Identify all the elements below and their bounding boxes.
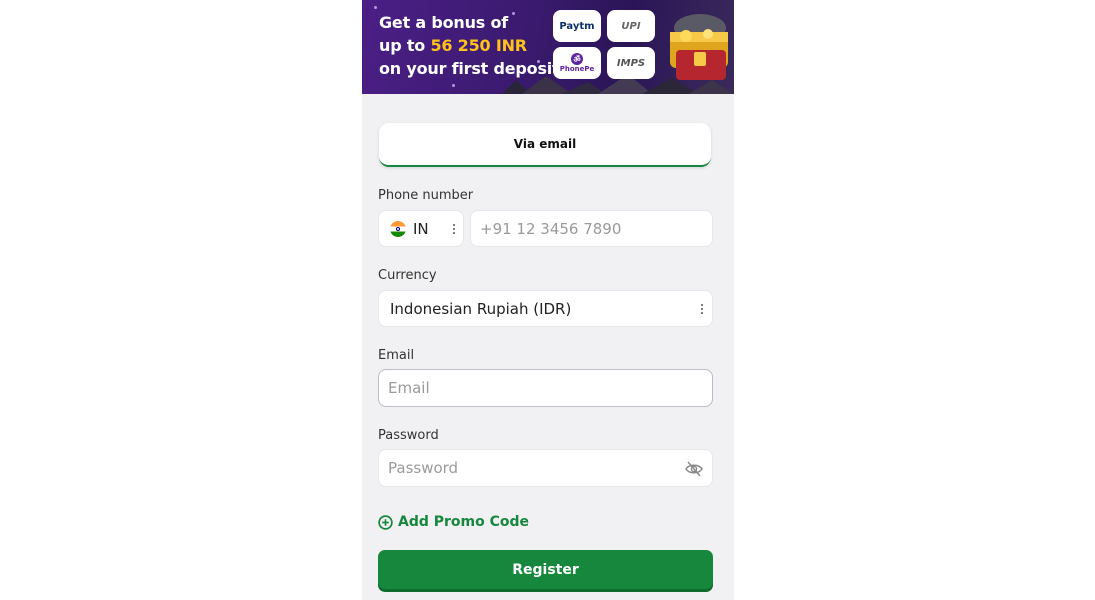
phone-input[interactable]: +91 12 3456 7890 (470, 210, 713, 247)
sparkle (374, 6, 377, 9)
phonepe-label: PhonePe (559, 65, 595, 73)
eye-slash-icon[interactable] (684, 459, 704, 479)
treasure-chest-icon (670, 14, 728, 80)
email-input[interactable]: Email (378, 369, 713, 407)
email-label: Email (378, 348, 415, 363)
registration-panel: Get a bonus of up to 56 250 INR on your … (362, 0, 734, 600)
paytm-logo: Paytm (553, 10, 601, 42)
add-promo-code-link[interactable]: Add Promo Code (378, 514, 529, 530)
phone-label: Phone number (378, 188, 474, 203)
register-button[interactable]: Register (378, 550, 713, 589)
email-placeholder: Email (388, 379, 430, 397)
imps-logo: IMPS (607, 47, 655, 79)
bonus-amount: 56 250 INR (430, 36, 527, 55)
paytm-label: Paytm (559, 20, 595, 32)
country-code-value: IN (413, 219, 429, 238)
phonepe-logo: ॐ PhonePe (553, 47, 601, 79)
sparkle (452, 84, 455, 87)
promo-label: Add Promo Code (398, 514, 530, 530)
country-code-select[interactable]: IN (378, 210, 464, 247)
kebab-menu-icon (700, 303, 704, 314)
password-label: Password (378, 428, 439, 443)
phone-placeholder: +91 12 3456 7890 (480, 219, 622, 238)
currency-label: Currency (378, 268, 437, 283)
upi-label: UPI (621, 20, 641, 32)
imps-label: IMPS (616, 57, 646, 69)
bonus-line-3: on your first deposit (379, 59, 560, 78)
bonus-line-1: Get a bonus of (379, 13, 509, 32)
kebab-menu-icon (452, 223, 456, 234)
currency-select[interactable]: Indonesian Rupiah (IDR) (378, 290, 713, 327)
svg-text:ॐ: ॐ (573, 55, 581, 64)
india-flag-icon (390, 220, 406, 237)
phonepe-icon: ॐ (571, 53, 583, 65)
bonus-prefix: up to (379, 36, 431, 55)
bonus-banner[interactable]: Get a bonus of up to 56 250 INR on your … (362, 0, 734, 94)
bonus-line-2: up to 56 250 INR (379, 34, 560, 57)
password-placeholder: Password (388, 459, 459, 477)
bonus-text: Get a bonus of up to 56 250 INR on your … (379, 11, 560, 80)
tab-label: Via email (513, 137, 577, 151)
upi-logo: UPI (607, 10, 655, 42)
plus-circle-icon (378, 514, 393, 530)
password-input[interactable]: Password (378, 449, 713, 487)
tab-via-email[interactable]: Via email (379, 123, 711, 167)
currency-value: Indonesian Rupiah (IDR) (390, 299, 572, 318)
